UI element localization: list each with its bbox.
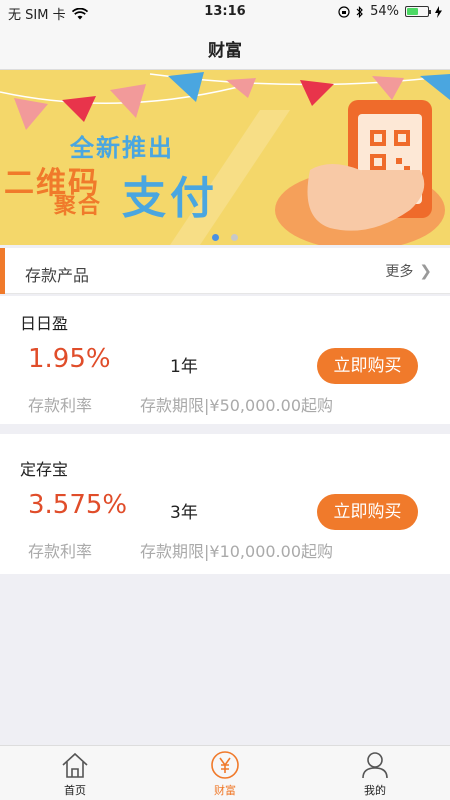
- promo-banner[interactable]: 全新推出 二维码 聚合 支付: [0, 70, 450, 245]
- product-rate: 1.95%: [28, 344, 111, 374]
- status-right: 54%: [338, 4, 442, 19]
- battery-percent: 54%: [370, 4, 399, 19]
- tab-label: 我的: [364, 784, 386, 797]
- more-link[interactable]: 更多 ❯: [385, 261, 432, 281]
- bluetooth-icon: [356, 5, 363, 18]
- term-label: 存款期限|¥10,000.00起购: [140, 542, 334, 561]
- product-term: 1年: [170, 357, 198, 377]
- carousel-dot[interactable]: [231, 234, 238, 241]
- tab-label: 首页: [64, 784, 86, 797]
- page-title: 财富: [208, 41, 242, 61]
- product-name: 日日盈: [20, 314, 69, 333]
- tab-mine[interactable]: 我的: [300, 746, 450, 800]
- product-name: 定存宝: [20, 460, 69, 479]
- tab-label: 财富: [214, 784, 236, 797]
- yen-icon: [211, 751, 239, 779]
- status-bar: 无 SIM 卡 13:16 54%: [0, 0, 450, 24]
- tab-home[interactable]: 首页: [0, 746, 150, 800]
- user-icon: [362, 752, 388, 779]
- section-header: 存款产品 更多 ❯: [0, 248, 450, 294]
- buy-now-button[interactable]: 立即购买: [317, 348, 418, 384]
- more-label: 更多: [385, 264, 414, 280]
- tab-wealth[interactable]: 财富: [150, 746, 300, 800]
- tab-bar: 首页 财富 我的: [0, 745, 450, 800]
- carousel-dots: [0, 234, 450, 241]
- product-rate: 3.575%: [28, 490, 128, 520]
- section-title: 存款产品: [25, 266, 90, 285]
- section-accent-bar: [0, 248, 5, 294]
- nav-bar: 财富: [0, 24, 450, 70]
- rate-label: 存款利率: [28, 396, 93, 415]
- buy-now-button[interactable]: 立即购买: [317, 494, 418, 530]
- term-label: 存款期限|¥50,000.00起购: [140, 396, 334, 415]
- product-term: 3年: [170, 503, 198, 523]
- banner-headline: 支付: [122, 173, 218, 224]
- carousel-dot[interactable]: [212, 234, 219, 241]
- battery-icon: [405, 6, 431, 17]
- banner-line2: 聚合: [54, 194, 103, 219]
- orientation-lock-icon: [338, 5, 350, 18]
- chevron-right-icon: ❯: [419, 262, 432, 280]
- home-icon: [62, 752, 88, 778]
- product-card: 定存宝 3.575% 3年 立即购买 存款利率 存款期限|¥10,000.00起…: [0, 434, 450, 574]
- charging-icon: [435, 5, 442, 18]
- product-card: 日日盈 1.95% 1年 立即购买 存款利率 存款期限|¥50,000.00起购: [0, 296, 450, 424]
- rate-label: 存款利率: [28, 542, 93, 561]
